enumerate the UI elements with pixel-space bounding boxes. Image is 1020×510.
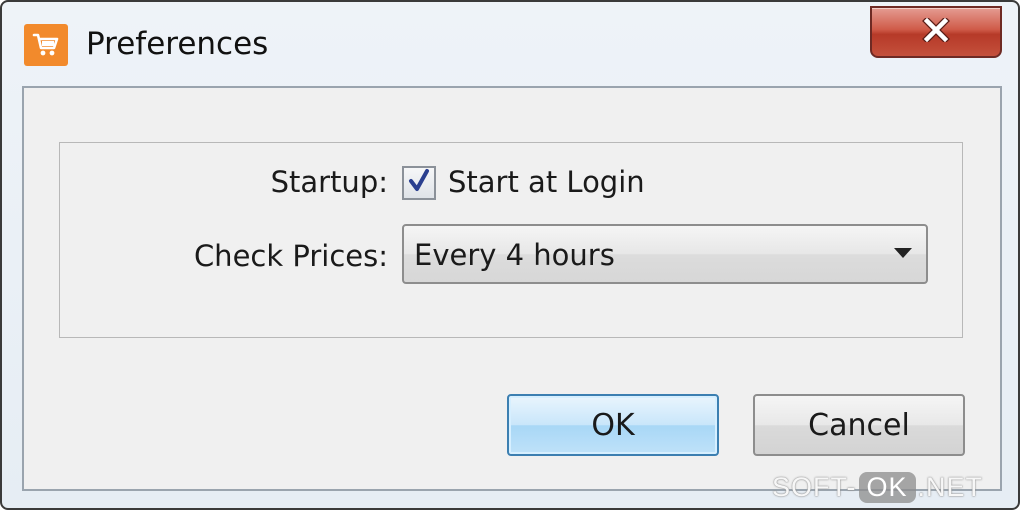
- preferences-dialog: Preferences Startup: Start at Login Chec…: [0, 0, 1020, 510]
- watermark-part-1: SOFT-: [772, 471, 857, 502]
- check-prices-label: Check Prices:: [193, 239, 388, 273]
- check-prices-select[interactable]: Every 4 hours: [402, 224, 928, 284]
- window-title: Preferences: [86, 26, 269, 62]
- ok-button[interactable]: OK: [507, 394, 719, 456]
- close-icon: [921, 16, 951, 46]
- cancel-button[interactable]: Cancel: [753, 394, 965, 456]
- close-button[interactable]: [870, 6, 1002, 58]
- shopping-cart-icon: [24, 24, 68, 66]
- watermark: SOFT- OK .NET: [772, 468, 983, 506]
- startup-label: Startup:: [270, 165, 388, 199]
- title-bar[interactable]: Preferences: [2, 2, 1018, 82]
- checkmark-icon: [407, 168, 431, 198]
- watermark-part-2: OK: [858, 471, 916, 503]
- start-at-login-checkbox[interactable]: [402, 166, 436, 200]
- start-at-login-label[interactable]: Start at Login: [448, 164, 645, 200]
- watermark-part-3: .NET: [917, 471, 984, 502]
- dropdown-arrow-icon: [894, 248, 912, 258]
- check-prices-value: Every 4 hours: [414, 238, 615, 272]
